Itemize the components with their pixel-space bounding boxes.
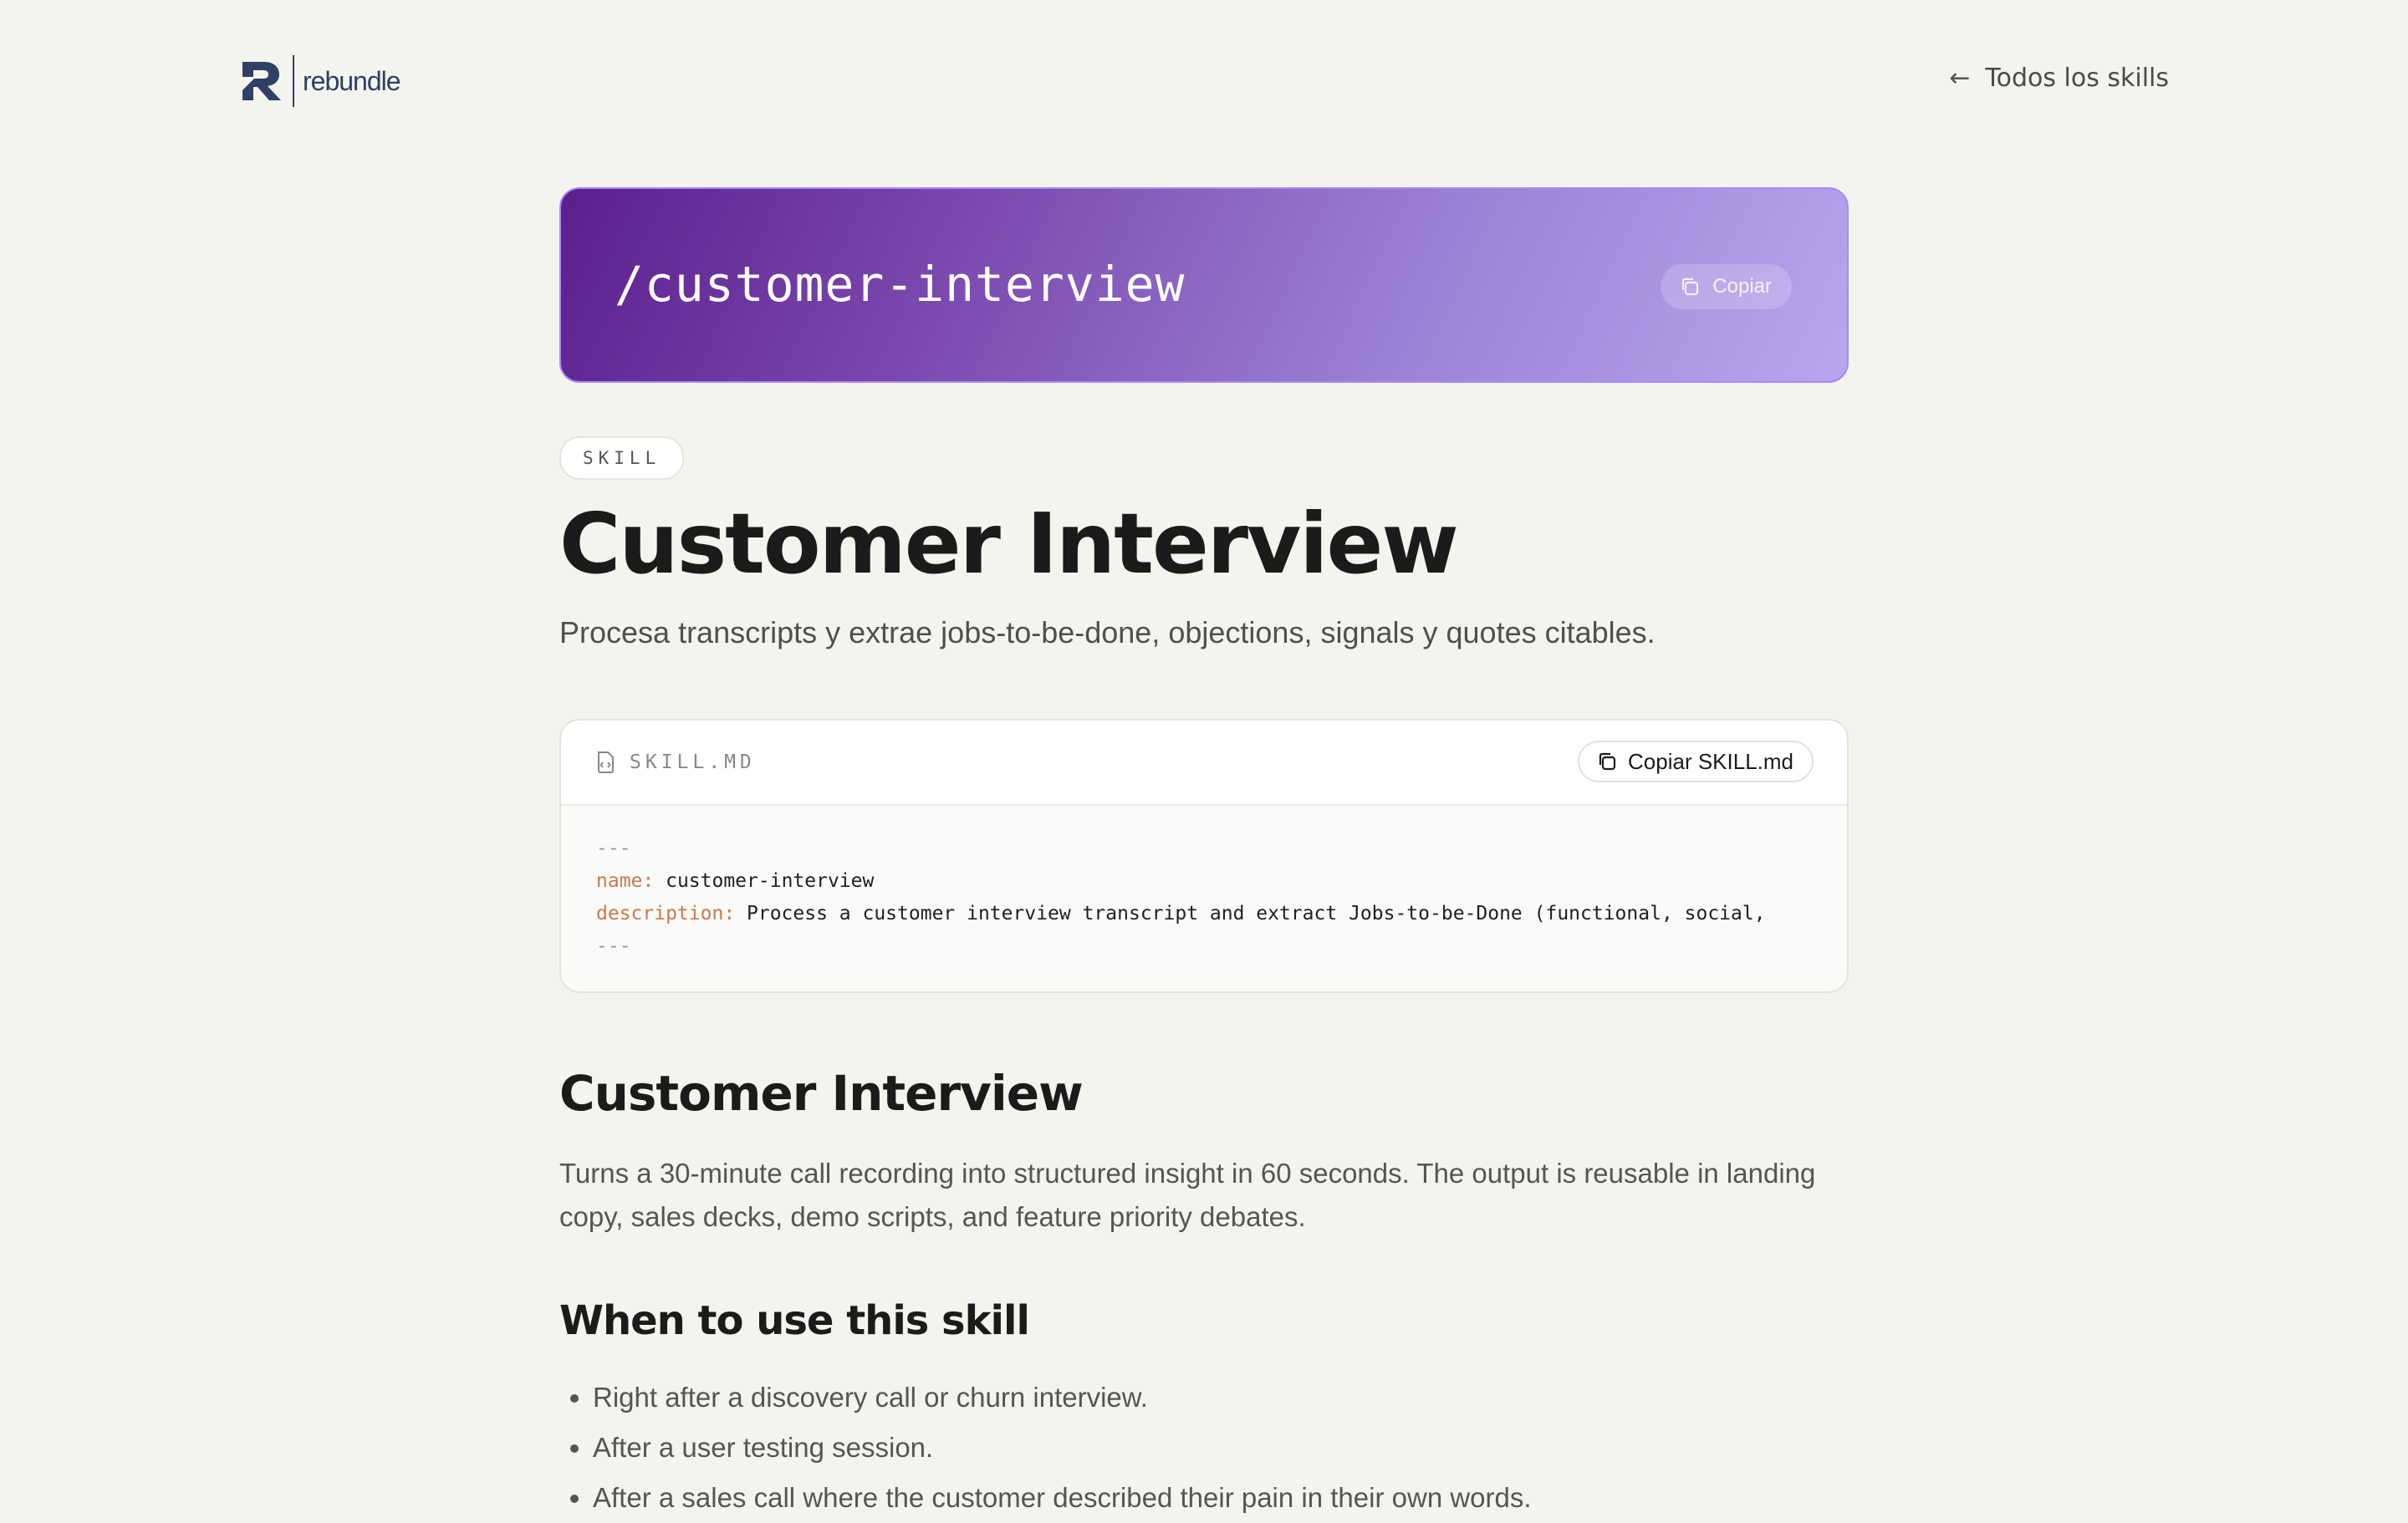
when-to-use-heading: When to use this skill [559,1297,1030,1344]
arrow-left-icon: ← [1949,64,1971,93]
all-skills-link[interactable]: ← Todos los skills [1949,64,2169,93]
content-heading: Customer Interview [559,1065,1084,1122]
command-hero: /customer-interview Copiar [559,187,1849,383]
copy-icon [1599,752,1616,771]
main-content: /customer-interview Copiar SKILL Custome… [559,187,1849,1523]
logo-divider [293,55,294,107]
logo-text: rebundle [303,65,401,96]
copy-icon [1682,278,1699,296]
copy-command-button[interactable]: Copiar [1661,264,1792,309]
file-code-icon [598,751,614,773]
skill-badge: SKILL [559,436,685,480]
code-line-name: name: customer-interview [596,870,875,892]
skill-file-card: SKILL.MD Copiar SKILL.md --- name: custom… [559,719,1849,993]
list-item: Right after a discovery call or churn in… [593,1373,1849,1423]
file-label: SKILL.MD [594,751,756,774]
list-item: After a sales call where the customer de… [593,1473,1849,1523]
skill-file-header: SKILL.MD Copiar SKILL.md [561,721,1847,806]
frontmatter-close: --- [596,935,631,957]
frontmatter-open: --- [596,838,631,859]
code-line-description: description: Process a customer intervie… [596,903,1766,924]
list-item: After a user testing session. [593,1423,1849,1473]
file-name: SKILL.MD [630,751,756,773]
skill-file-code[interactable]: --- name: customer-interview description: … [561,806,1847,991]
rebundle-logo[interactable]: rebundle [239,55,401,107]
copy-command-label: Copiar [1712,275,1772,298]
all-skills-label: Todos los skills [1985,64,2169,93]
page-title: Customer Interview [559,495,1459,593]
page-subtitle: Procesa transcripts y extrae jobs-to-be-… [559,615,1656,649]
intro-paragraph: Turns a 30-minute call recording into st… [559,1158,1816,1232]
when-to-use-list: Right after a discovery call or churn in… [559,1373,1849,1523]
top-navigation: rebundle ← Todos los skills [239,52,2169,110]
copy-skill-md-button[interactable]: Copiar SKILL.md [1578,741,1814,782]
rebundle-logo-icon [242,62,281,100]
command-text: /customer-interview [615,256,1186,313]
copy-skill-md-label: Copiar SKILL.md [1628,748,1793,774]
